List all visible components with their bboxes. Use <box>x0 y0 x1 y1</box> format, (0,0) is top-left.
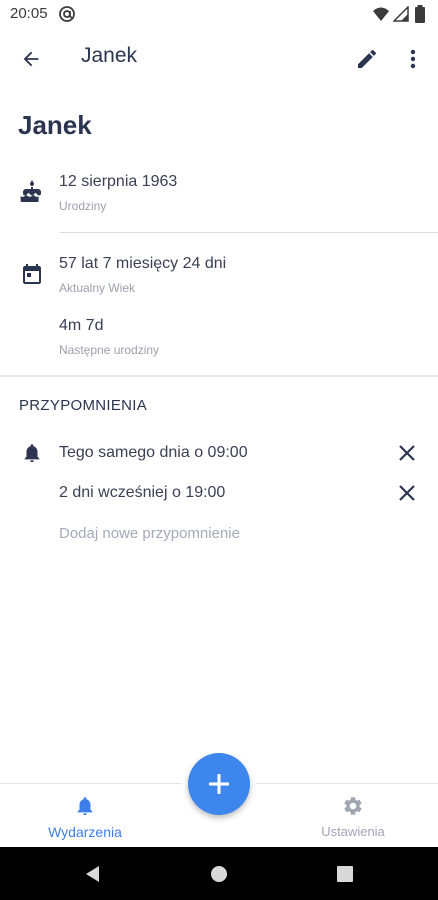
gear-icon <box>344 797 362 815</box>
reminder-text: Tego samego dnia o 09:00 <box>59 444 248 461</box>
reminder-item[interactable]: Tego samego dnia o 09:00 <box>0 434 438 474</box>
nav-label-settings: Ustawienia <box>321 824 385 839</box>
system-back-button[interactable] <box>80 862 104 886</box>
calendar-icon <box>23 264 41 284</box>
recents-square-icon <box>337 866 353 882</box>
status-icons <box>372 5 430 23</box>
system-navigation-bar <box>0 847 438 900</box>
section-divider <box>0 375 438 377</box>
back-button[interactable] <box>14 42 48 76</box>
bell-icon <box>24 444 40 463</box>
app-bar: Janek <box>0 28 438 88</box>
plus-icon <box>209 774 229 794</box>
system-home-button[interactable] <box>207 862 231 886</box>
more-options-button[interactable] <box>396 42 430 76</box>
contact-name: Janek <box>18 110 92 140</box>
remove-reminder-button[interactable] <box>394 440 420 466</box>
birthday-label: Urodziny <box>59 199 107 213</box>
next-birthday-row: 4m 7d Następne urodziny <box>0 312 438 362</box>
reminders-section-title: PRZYPOMNIENIA <box>19 397 148 414</box>
status-bar: 20:05 <box>0 0 438 28</box>
home-circle-icon <box>211 866 227 882</box>
divider <box>59 232 438 233</box>
reminder-text: 2 dni wcześniej o 19:00 <box>59 484 226 501</box>
app-bar-title: Janek <box>81 44 138 67</box>
status-time: 20:05 <box>10 5 48 22</box>
edit-button[interactable] <box>350 42 384 76</box>
close-icon <box>399 485 415 501</box>
cake-icon <box>20 180 41 202</box>
age-value: 57 lat 7 miesięcy 24 dni <box>59 255 227 272</box>
nav-label-events: Wydarzenia <box>48 824 122 840</box>
birthday-row: 12 sierpnia 1963 Urodziny <box>0 168 438 218</box>
add-reminder-button[interactable]: Dodaj nowe przypomnienie <box>59 525 240 542</box>
nav-item-events[interactable]: Wydarzenia <box>30 790 140 844</box>
birthday-value: 12 sierpnia 1963 <box>59 173 178 190</box>
next-birthday-value: 4m 7d <box>59 317 104 334</box>
add-event-fab[interactable] <box>188 753 250 815</box>
back-triangle-icon <box>86 866 99 882</box>
age-label: Aktualny Wiek <box>59 281 136 295</box>
bell-icon <box>77 797 93 816</box>
wifi-icon <box>373 7 389 21</box>
remove-reminder-button[interactable] <box>394 480 420 506</box>
battery-icon <box>415 5 425 23</box>
nav-item-settings[interactable]: Ustawienia <box>298 790 408 844</box>
more-vertical-icon <box>410 49 416 69</box>
next-birthday-label: Następne urodziny <box>59 343 160 357</box>
arrow-back-icon <box>23 51 39 67</box>
system-recents-button[interactable] <box>333 862 357 886</box>
age-row: 57 lat 7 miesięcy 24 dni Aktualny Wiek <box>0 250 438 300</box>
pencil-icon <box>358 49 377 68</box>
at-sign-icon <box>59 6 75 22</box>
signal-icon <box>393 6 409 22</box>
close-icon <box>399 445 415 461</box>
reminder-item[interactable]: 2 dni wcześniej o 19:00 <box>0 474 438 514</box>
